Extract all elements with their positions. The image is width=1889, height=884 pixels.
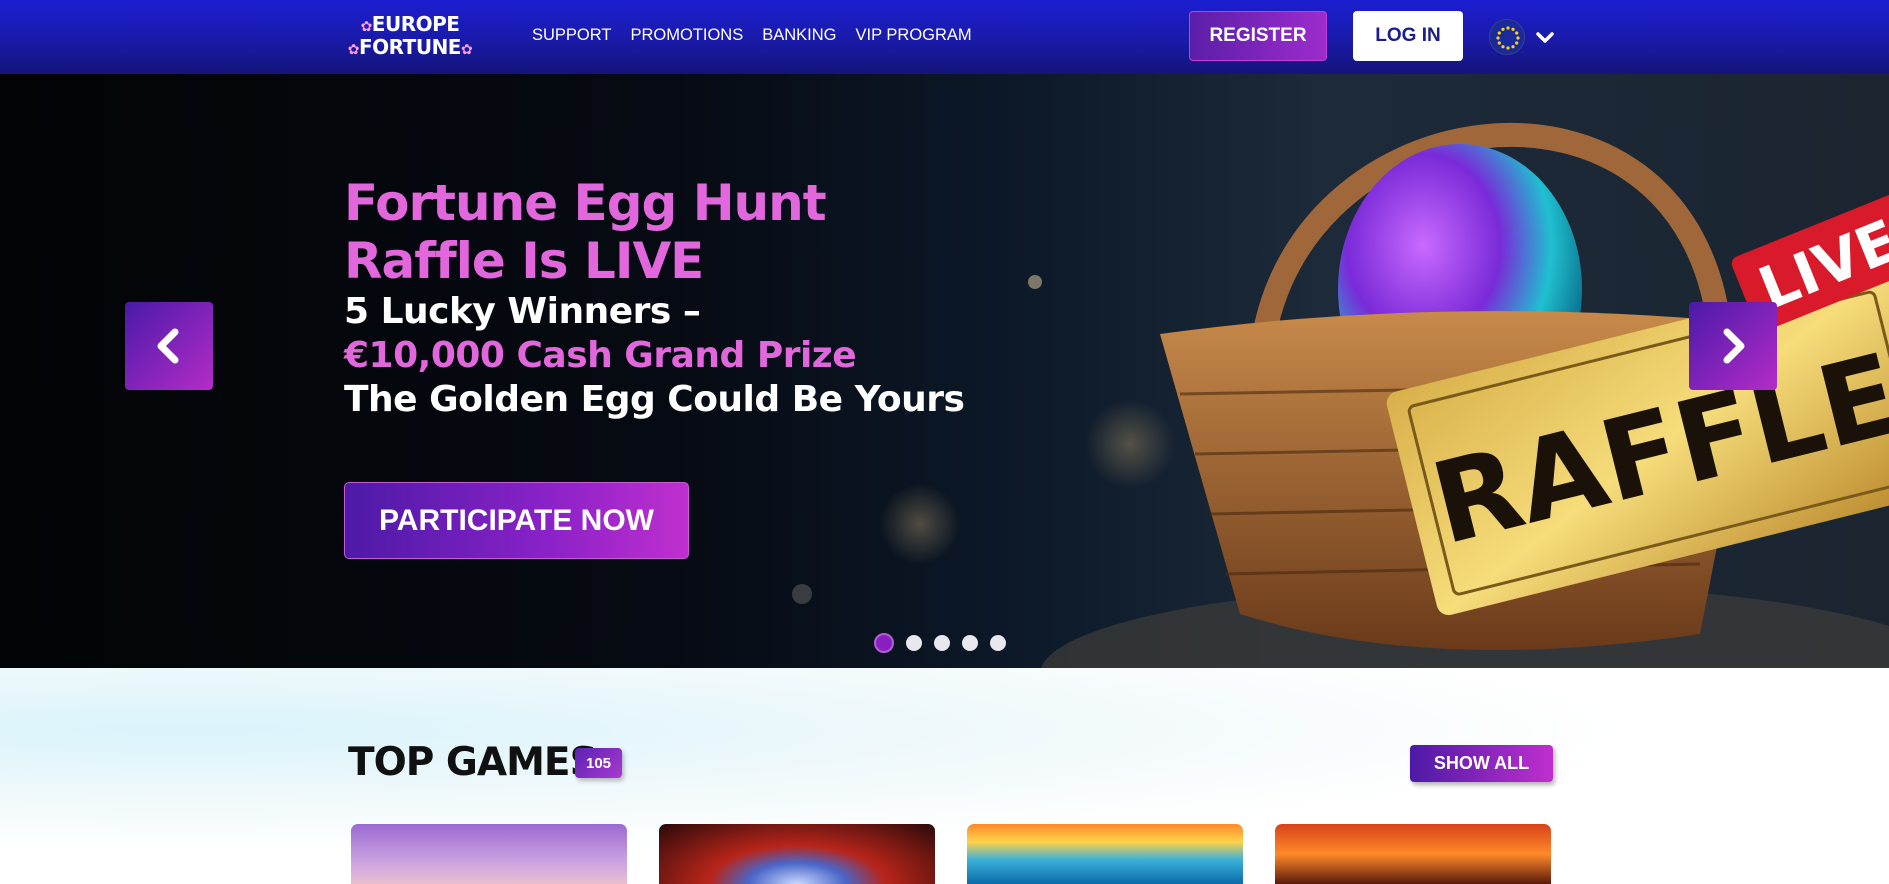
- nav-promotions[interactable]: PROMOTIONS: [630, 26, 743, 45]
- hero-title-line-1: Fortune Egg Hunt: [344, 174, 827, 232]
- nav-vip-program[interactable]: VIP PROGRAM: [856, 26, 972, 45]
- carousel-next-button[interactable]: [1689, 302, 1777, 390]
- logo-line-2: FORTUNE: [359, 35, 461, 59]
- games-count-badge: 105: [575, 748, 622, 778]
- nav-banking[interactable]: BANKING: [762, 26, 836, 45]
- hero-subtitle-line-1: 5 Lucky Winners –: [344, 291, 701, 332]
- carousel-prev-button[interactable]: [125, 302, 213, 390]
- carousel-dots: [874, 633, 1006, 653]
- logo-line-1: EUROPE: [371, 12, 460, 36]
- show-all-button[interactable]: SHOW ALL: [1410, 745, 1553, 782]
- europe-fortune-logo[interactable]: ✿EUROPE ✿FORTUNE✿: [343, 14, 477, 58]
- hero-title-line-2: Raffle Is LIVE: [344, 232, 704, 290]
- carousel-dot-1[interactable]: [874, 633, 894, 653]
- hero-subtitle-line-3: The Golden Egg Could Be Yours: [344, 379, 965, 420]
- carousel-dot-5[interactable]: [990, 635, 1006, 651]
- game-tile-3[interactable]: [967, 824, 1243, 884]
- top-games-section: TOP GAMES 105 SHOW ALL: [0, 668, 1889, 884]
- hero-carousel: RAFFLE LIVE Fortune Egg Hunt Raffle Is L…: [0, 74, 1889, 668]
- game-tile-1[interactable]: [351, 824, 627, 884]
- hero-subtitle-line-2: €10,000 Cash Grand Prize: [344, 335, 857, 376]
- eu-flag-icon: [1489, 19, 1525, 55]
- carousel-dot-4[interactable]: [962, 635, 978, 651]
- login-button[interactable]: LOG IN: [1353, 11, 1463, 61]
- top-games-title: TOP GAMES: [348, 740, 598, 785]
- carousel-dot-2[interactable]: [906, 635, 922, 651]
- register-button[interactable]: REGISTER: [1189, 11, 1327, 61]
- game-tile-2[interactable]: [659, 824, 935, 884]
- site-header: ✿EUROPE ✿FORTUNE✿ SUPPORT PROMOTIONS BAN…: [0, 0, 1889, 74]
- language-selector[interactable]: [1489, 19, 1555, 57]
- chevron-down-icon: [1536, 32, 1554, 43]
- main-nav: SUPPORT PROMOTIONS BANKING VIP PROGRAM: [532, 0, 972, 70]
- game-tile-4[interactable]: [1275, 824, 1551, 884]
- chevron-right-icon: [1723, 328, 1745, 364]
- hero-headline: Fortune Egg Hunt Raffle Is LIVE 5 Lucky …: [344, 174, 1044, 422]
- nav-support[interactable]: SUPPORT: [532, 26, 611, 45]
- participate-now-button[interactable]: PARTICIPATE NOW: [344, 482, 689, 559]
- chevron-left-icon: [157, 328, 179, 364]
- carousel-dot-3[interactable]: [934, 635, 950, 651]
